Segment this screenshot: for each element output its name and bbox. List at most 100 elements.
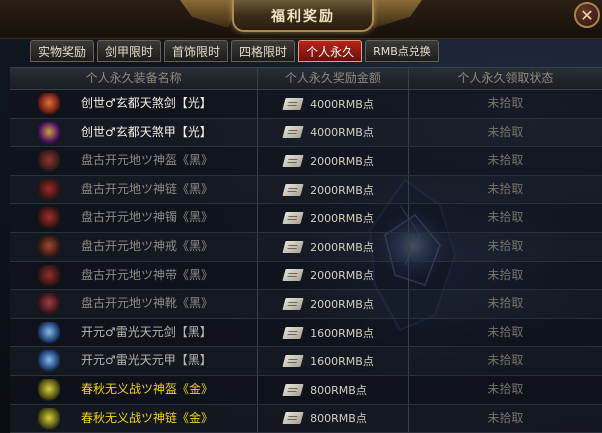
ticket-icon <box>282 240 304 253</box>
amount-cell: 1600RMB点 <box>257 347 408 375</box>
table-row[interactable]: 创世♂玄都天煞甲【光】 4000RMB点 未拾取 <box>10 118 602 148</box>
equipment-cell: 开元♂雷光天元剑【黑】 <box>10 319 257 347</box>
reward-amount: 1600RMB点 <box>310 326 374 340</box>
reward-amount: 4000RMB点 <box>310 126 374 140</box>
helmet-icon[interactable] <box>38 150 60 173</box>
armor-icon[interactable] <box>38 350 60 373</box>
claim-status: 未拾取 <box>487 381 524 396</box>
equipment-cell: 盘古开元地ツ神带《黑》 <box>10 262 257 290</box>
table-row[interactable]: 开元♂雷光天元剑【黑】 1600RMB点 未拾取 <box>10 318 602 348</box>
reward-amount: 4000RMB点 <box>310 97 374 111</box>
equipment-name: 春秋无义战ツ神链《金》 <box>81 410 214 425</box>
equipment-cell: 盘古开元地ツ神镯《黑》 <box>10 204 257 232</box>
tab-bar: 实物奖励 剑甲限时 首饰限时 四格限时 个人永久 RMB点兑换 <box>30 40 439 64</box>
tab-four-slot-limited[interactable]: 四格限时 <box>231 40 296 62</box>
table-row[interactable]: 盘古开元地ツ神镯《黑》 2000RMB点 未拾取 <box>10 204 602 233</box>
armor-icon[interactable] <box>38 121 60 144</box>
belt-icon[interactable] <box>38 264 60 287</box>
ticket-icon <box>282 154 304 167</box>
status-cell: 未拾取 <box>407 232 602 261</box>
rewards-table: 个人永久装备名称 个人永久奖励金额 个人永久领取状态 创世♂玄都天煞剑【光】 40… <box>10 67 602 433</box>
equipment-name: 开元♂雷光天元甲【黑】 <box>81 353 212 368</box>
table-row[interactable]: 盘古开元地ツ神链《黑》 2000RMB点 未拾取 <box>10 175 602 205</box>
boots-icon[interactable] <box>38 293 60 316</box>
amount-cell: 2000RMB点 <box>257 261 408 290</box>
helmet-icon[interactable] <box>38 378 60 401</box>
window-title: 福利奖励 <box>271 9 335 25</box>
status-cell: 未拾取 <box>407 347 602 375</box>
equipment-name: 创世♂玄都天煞剑【光】 <box>81 96 212 110</box>
equipment-name: 盘古开元地ツ神镯《黑》 <box>81 210 214 225</box>
reward-amount: 800RMB点 <box>310 383 367 397</box>
equipment-cell: 盘古开元地ツ神链《黑》 <box>10 176 257 204</box>
ticket-icon <box>282 269 304 282</box>
reward-amount: 2000RMB点 <box>310 183 374 197</box>
tab-physical-rewards[interactable]: 实物奖励 <box>30 40 95 62</box>
status-cell: 未拾取 <box>407 404 602 433</box>
ticket-icon <box>282 97 304 110</box>
table-row[interactable]: 盘古开元地ツ神带《黑》 2000RMB点 未拾取 <box>10 261 602 291</box>
claim-status: 未拾取 <box>487 238 524 253</box>
ticket-icon <box>282 383 304 396</box>
amount-cell: 2000RMB点 <box>257 232 408 261</box>
close-button[interactable]: ✕ <box>574 2 600 28</box>
claim-status: 未拾取 <box>487 181 524 196</box>
title-ornament-left <box>180 0 240 28</box>
table-row[interactable]: 春秋无义战ツ神盔《金》 800RMB点 未拾取 <box>10 375 602 405</box>
equipment-name: 春秋无义战ツ神盔《金》 <box>81 381 214 396</box>
bracelet-icon[interactable] <box>38 207 60 230</box>
table-row[interactable]: 盘古开元地ツ神盔《黑》 2000RMB点 未拾取 <box>10 147 602 176</box>
table-row[interactable]: 开元♂雷光天元甲【黑】 1600RMB点 未拾取 <box>10 347 602 376</box>
claim-status: 未拾取 <box>487 353 524 368</box>
table-header: 个人永久装备名称 个人永久奖励金额 个人永久领取状态 <box>10 67 602 90</box>
header-equipment-name: 个人永久装备名称 <box>85 71 182 85</box>
claim-status: 未拾取 <box>487 153 524 168</box>
status-cell: 未拾取 <box>407 375 602 404</box>
claim-status: 未拾取 <box>487 124 524 139</box>
amount-cell: 4000RMB点 <box>257 118 408 147</box>
equipment-cell: 盘古开元地ツ神戒《黑》 <box>10 233 257 261</box>
equipment-cell: 开元♂雷光天元甲【黑】 <box>10 347 257 375</box>
equipment-cell: 创世♂玄都天煞甲【光】 <box>10 119 257 147</box>
tab-rmb-exchange[interactable]: RMB点兑换 <box>365 40 439 62</box>
status-cell: 未拾取 <box>407 261 602 290</box>
amount-cell: 2000RMB点 <box>257 290 408 318</box>
tab-personal-permanent[interactable]: 个人永久 <box>298 40 363 62</box>
table-body: 创世♂玄都天煞剑【光】 4000RMB点 未拾取 创世♂玄都天煞甲【光】 4000RMB… <box>10 90 602 433</box>
status-cell: 未拾取 <box>407 175 602 204</box>
claim-status: 未拾取 <box>487 296 524 311</box>
table-row[interactable]: 盘古开元地ツ神戒《黑》 2000RMB点 未拾取 <box>10 232 602 262</box>
reward-amount: 2000RMB点 <box>310 297 374 311</box>
amount-cell: 1600RMB点 <box>257 318 408 347</box>
equipment-name: 创世♂玄都天煞甲【光】 <box>81 124 212 139</box>
tab-jewelry-limited[interactable]: 首饰限时 <box>164 40 229 62</box>
ticket-icon <box>282 412 304 425</box>
header-reward-amount: 个人永久奖励金额 <box>257 68 408 89</box>
equipment-name: 盘古开元地ツ神戒《黑》 <box>81 238 214 253</box>
reward-amount: 800RMB点 <box>310 412 367 426</box>
equipment-name: 盘古开元地ツ神带《黑》 <box>81 267 214 282</box>
ticket-icon <box>282 212 304 225</box>
reward-amount: 2000RMB点 <box>310 269 374 283</box>
necklace-icon[interactable] <box>38 178 60 201</box>
table-row[interactable]: 创世♂玄都天煞剑【光】 4000RMB点 未拾取 <box>10 90 602 119</box>
claim-status: 未拾取 <box>487 267 524 282</box>
status-cell: 未拾取 <box>407 90 602 118</box>
amount-cell: 800RMB点 <box>257 375 408 404</box>
reward-amount: 2000RMB点 <box>310 240 374 254</box>
table-row[interactable]: 盘古开元地ツ神靴《黑》 2000RMB点 未拾取 <box>10 290 602 319</box>
sword-icon[interactable] <box>38 93 60 115</box>
reward-amount: 2000RMB点 <box>310 154 374 168</box>
status-cell: 未拾取 <box>407 290 602 318</box>
equipment-name: 开元♂雷光天元剑【黑】 <box>81 324 212 339</box>
reward-amount: 1600RMB点 <box>310 355 374 369</box>
sword-icon[interactable] <box>38 321 60 344</box>
tab-weapon-armor-limited[interactable]: 剑甲限时 <box>97 40 162 62</box>
equipment-cell: 春秋无义战ツ神盔《金》 <box>10 376 257 404</box>
ring-icon[interactable] <box>38 235 60 258</box>
status-cell: 未拾取 <box>407 204 602 232</box>
necklace-icon[interactable] <box>38 407 60 430</box>
equipment-cell: 盘古开元地ツ神靴《黑》 <box>10 290 257 318</box>
amount-cell: 2000RMB点 <box>257 175 408 204</box>
table-row[interactable]: 春秋无义战ツ神链《金》 800RMB点 未拾取 <box>10 404 602 433</box>
